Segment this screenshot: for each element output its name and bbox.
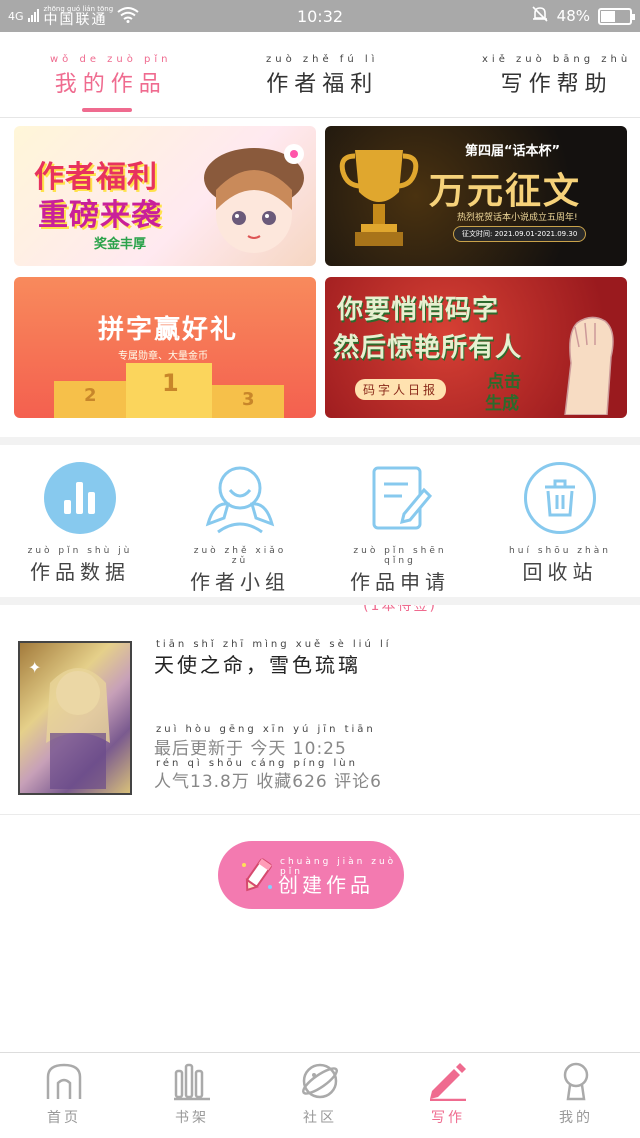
pen-icon — [428, 1063, 468, 1105]
podium-2-label: 2 — [84, 385, 97, 406]
contest-title: 万元征文 — [429, 171, 582, 212]
banner-essay-contest[interactable]: 第四届“话本杯” 万元征文 热烈祝贺话本小说成立五周年! 征文时间: 2021.… — [325, 126, 627, 266]
nav-bookshelf[interactable]: 书架 — [152, 1061, 232, 1127]
home-icon — [44, 1063, 84, 1105]
nav-community[interactable]: 社区 — [280, 1061, 360, 1127]
banner-badge: 奖金丰厚 — [94, 237, 147, 252]
status-bar: 4G zhōng guó lián tōng 中国联通 10:32 48% — [0, 0, 640, 32]
feature-label: 回收站 — [522, 560, 598, 584]
create-label: 创建作品 — [278, 873, 374, 897]
feature-work-data[interactable]: zuò pǐn shù jù 作品数据 — [25, 462, 135, 585]
feature-pinyin: huí shōu zhàn — [509, 546, 611, 556]
planet-icon — [300, 1063, 340, 1105]
podium-1-label: 1 — [162, 369, 179, 397]
tab-my-works[interactable]: wǒ de zuò pǐn 我的作品 — [50, 54, 172, 98]
raised-fist-illustration — [551, 303, 623, 418]
daily-cta-2: 生成 — [485, 394, 519, 414]
active-tab-indicator — [82, 108, 132, 112]
contest-period: 征文时间: 2021.09.01-2021.09.30 — [453, 226, 587, 242]
bar-chart-icon — [44, 462, 116, 534]
feature-recycle-bin[interactable]: huí shōu zhàn 回收站 — [505, 462, 615, 585]
tab-label: 我的作品 — [54, 72, 167, 97]
edit-document-icon — [364, 462, 436, 534]
podium: 2 1 3 — [54, 363, 284, 418]
work-stats: 人气13.8万 收藏626 评论6 — [154, 772, 382, 792]
feature-label: 作者小组 — [190, 570, 290, 594]
nav-home[interactable]: 首页 — [24, 1061, 104, 1127]
trophy-icon — [339, 142, 419, 258]
contest-heading: 第四届“话本杯” — [465, 144, 561, 159]
feature-label: 作品申请 — [350, 570, 450, 594]
tab-label: 写作帮助 — [500, 72, 613, 97]
profile-icon — [556, 1062, 596, 1105]
svg-text:✦: ✦ — [28, 658, 41, 677]
create-work-button[interactable]: chuàng jiàn zuò pǐn 创建作品 — [218, 841, 404, 909]
top-tab-bar: wǒ de zuò pǐn 我的作品 zuò zhě fú lì 作者福利 xi… — [0, 32, 640, 118]
banner-author-benefits[interactable]: 作者福利 重磅来袭 奖金丰厚 — [14, 126, 316, 266]
word-race-subtitle: 专属勋章、大量金币 — [118, 351, 208, 362]
feature-pinyin: zuò pǐn shēn qǐng — [353, 546, 447, 566]
work-last-updated: 最后更新于 今天 10:25 — [154, 739, 347, 759]
section-divider — [0, 437, 640, 445]
work-card[interactable]: ✦ tiān shǐ zhī mìng xuě sè liú lí 天使之命，雪… — [0, 605, 640, 815]
tab-pinyin: wǒ de zuò pǐn — [50, 54, 172, 65]
feature-work-application[interactable]: zuò pǐn shēn qǐng 作品申请 (1本待签) — [345, 462, 455, 615]
battery-percent: 48% — [556, 7, 590, 25]
feature-pinyin: zuò pǐn shù jù — [27, 546, 133, 556]
nav-write[interactable]: 写作 — [408, 1061, 488, 1127]
tab-label: 作者福利 — [266, 72, 379, 97]
daily-line-1: 你要悄悄码字 — [337, 295, 500, 325]
word-race-title: 拼字赢好礼 — [98, 315, 239, 345]
pencil-icon — [240, 857, 274, 899]
nav-label: 写作 — [431, 1110, 465, 1126]
anime-girl-illustration — [194, 130, 314, 262]
tab-author-benefits[interactable]: zuò zhě fú lì 作者福利 — [266, 54, 378, 98]
banner-daily-writer[interactable]: 你要悄悄码字 然后惊艳所有人 码字人日报 点击 生成 — [325, 277, 627, 418]
tab-writing-help[interactable]: xiě zuò bāng zhù 写作帮助 — [482, 54, 631, 98]
nav-label: 首页 — [47, 1110, 81, 1126]
podium-3-label: 3 — [242, 389, 255, 410]
nav-label: 社区 — [303, 1110, 337, 1126]
battery-icon — [598, 7, 635, 25]
bottom-nav: 首页 书架 社区 写作 我的 — [0, 1052, 640, 1138]
nav-me[interactable]: 我的 — [536, 1061, 616, 1127]
tab-pinyin: zuò zhě fú lì — [266, 54, 379, 65]
tab-pinyin: xiě zuò bāng zhù — [482, 54, 632, 65]
nav-label: 书架 — [175, 1110, 209, 1126]
banner-headline-2: 重磅来袭 — [38, 198, 162, 233]
mute-bell-icon — [531, 5, 549, 27]
nav-label: 我的 — [559, 1110, 593, 1126]
section-divider — [0, 597, 640, 605]
banner-word-race[interactable]: 拼字赢好礼 专属勋章、大量金币 2 1 3 — [14, 277, 316, 418]
daily-tag: 码字人日报 — [355, 379, 447, 400]
trash-icon — [524, 462, 596, 534]
group-icon — [204, 462, 276, 534]
contest-subtitle: 热烈祝贺话本小说成立五周年! — [457, 213, 578, 223]
feature-author-group[interactable]: zuò zhě xiǎo zǔ 作者小组 — [185, 462, 295, 595]
bookshelf-icon — [172, 1063, 212, 1105]
book-cover[interactable]: ✦ — [18, 641, 132, 795]
feature-pinyin: zuò zhě xiǎo zǔ — [193, 546, 287, 566]
work-title[interactable]: 天使之命，雪色琉璃 — [154, 649, 361, 678]
daily-line-2: 然后惊艳所有人 — [333, 333, 523, 363]
feature-label: 作品数据 — [30, 560, 130, 584]
